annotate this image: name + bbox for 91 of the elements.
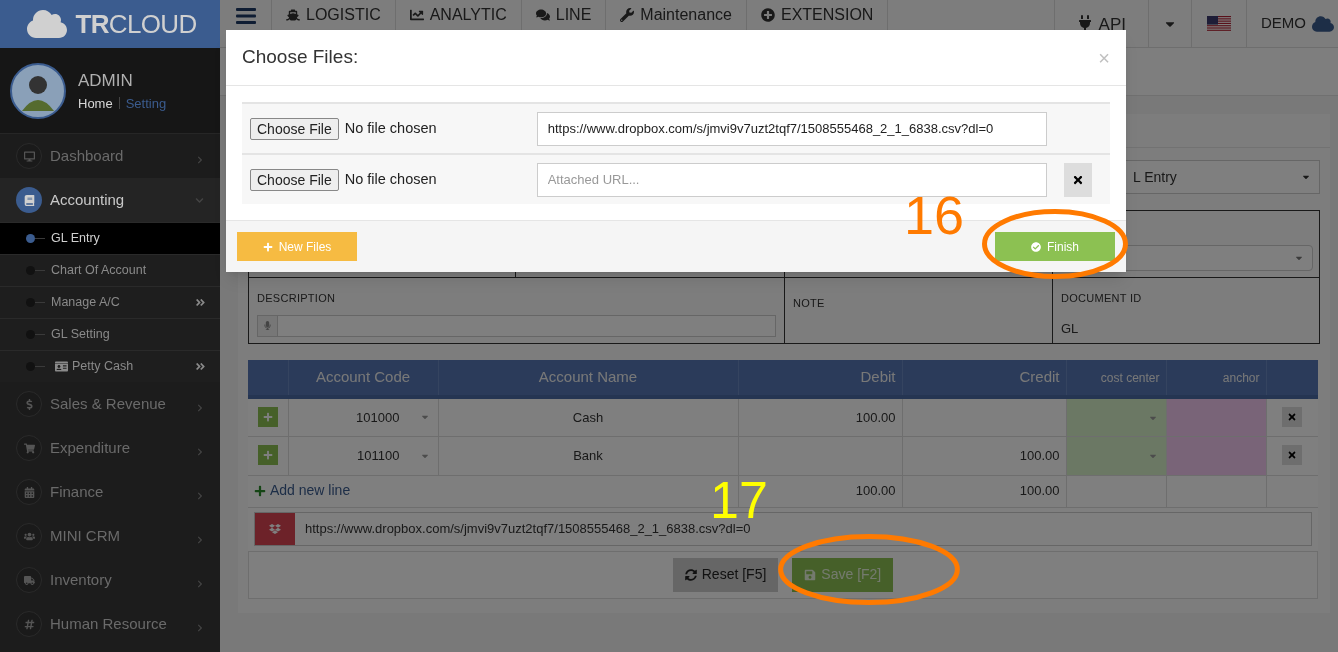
- table-cell: 100.00: [738, 397, 902, 436]
- sidebar-item[interactable]: Dashboard: [0, 134, 220, 178]
- user-link[interactable]: Setting: [125, 93, 167, 113]
- document-id: GL: [1061, 319, 1080, 338]
- truck-icon: [23, 574, 35, 586]
- save-icon: [804, 568, 817, 581]
- submenu-item[interactable]: GL Entry: [0, 222, 220, 254]
- chevron-right-icon: [196, 156, 204, 164]
- user-name: ADMIN: [78, 70, 134, 92]
- user-link[interactable]: Home: [78, 93, 113, 113]
- chevron-right-icon: [196, 580, 204, 588]
- close-icon: [1287, 412, 1298, 422]
- chevron-right-icon: [196, 536, 204, 544]
- table-cell: 100.00: [902, 436, 1066, 475]
- column-header: Account Code: [288, 360, 438, 397]
- journal-select[interactable]: L Entry: [1124, 160, 1320, 194]
- id-card-icon: [55, 360, 68, 373]
- table-cell: Cash: [438, 397, 738, 436]
- cost-center-select[interactable]: [1066, 397, 1166, 436]
- file-status: No file chosen: [344, 169, 438, 189]
- menu-icon: [235, 8, 256, 24]
- chevron-right-icon: [196, 624, 204, 632]
- cloud-icon: [1312, 14, 1334, 33]
- users-icon: [23, 530, 35, 542]
- chevron-down-icon: [195, 195, 204, 205]
- sidebar-item[interactable]: Expenditure: [0, 426, 220, 470]
- add-row-button[interactable]: [257, 445, 278, 466]
- choose-file-button[interactable]: Choose File: [250, 168, 339, 191]
- us-flag-icon: [1207, 15, 1231, 32]
- field-label: NOTE: [793, 297, 825, 309]
- table-cell: Bank: [438, 436, 738, 475]
- microphone-icon: [263, 321, 272, 330]
- column-header: cost center: [1066, 360, 1166, 397]
- field-label: DOCUMENT ID: [1061, 291, 1143, 306]
- anchor-cell[interactable]: [1166, 436, 1266, 475]
- sidebar-item[interactable]: Inventory: [0, 558, 220, 602]
- chat-icon: [535, 8, 550, 22]
- column-header: Debit: [738, 360, 902, 397]
- monitor-icon: [23, 150, 35, 162]
- remove-file-button[interactable]: [1063, 162, 1092, 197]
- add-line-link[interactable]: Add new line: [254, 480, 351, 501]
- plug-icon: [1076, 15, 1093, 31]
- account-code-select[interactable]: 101000: [288, 407, 438, 427]
- dropbox-button[interactable]: [255, 513, 295, 545]
- total-credit: 100.00: [902, 475, 1066, 507]
- plus-icon: [262, 241, 273, 252]
- account-code-select[interactable]: 101100: [288, 445, 438, 466]
- anchor-cell[interactable]: [1166, 397, 1266, 436]
- url-field[interactable]: Attached URL...: [536, 162, 1047, 197]
- attachment-url: https://www.dropbox.com/s/jmvi9v7uzt2tqf7/1508555468_2_1_6838.csv?dl=0: [304, 520, 751, 539]
- chevron-right-icon: [196, 404, 204, 412]
- refresh-icon: [684, 568, 697, 581]
- close-icon: [1287, 450, 1298, 461]
- book-icon: [23, 194, 35, 206]
- chevron-right-icon: [196, 492, 204, 500]
- logo[interactable]: TRCLOUD: [0, 0, 220, 48]
- avatar: [10, 62, 66, 119]
- logo-text: TRCLOUD: [75, 7, 197, 41]
- plus-icon: [254, 484, 266, 497]
- chevron-right-icon: [196, 448, 204, 456]
- file-status: No file chosen: [344, 118, 438, 138]
- double-chevron-icon: [195, 361, 206, 372]
- calendar-icon: [23, 486, 35, 498]
- field-label: DESCRIPTION: [257, 291, 337, 306]
- dropbox-icon: [269, 523, 281, 535]
- column-header: Account Name: [438, 360, 738, 397]
- plus-icon: [262, 450, 273, 461]
- close-icon: [1071, 173, 1084, 186]
- plus-icon: [262, 412, 273, 422]
- remove-row-button[interactable]: [1282, 445, 1303, 466]
- ship-icon: [286, 8, 300, 22]
- url-field[interactable]: https://www.dropbox.com/s/jmvi9v7uzt2tqf7/1508555468_2_1_6838.csv?dl=0: [536, 111, 1047, 146]
- dialog-title: Choose Files:: [242, 45, 359, 70]
- choose-file-button[interactable]: Choose File: [250, 117, 339, 140]
- column-header: anchor: [1166, 360, 1266, 397]
- sidebar-item[interactable]: MINI CRM: [0, 514, 220, 558]
- wrench-icon: [620, 8, 635, 22]
- column-header: Credit: [902, 360, 1066, 397]
- remove-row-button[interactable]: [1282, 407, 1303, 427]
- sidebar-item[interactable]: Accounting: [0, 178, 220, 222]
- sidebar-item[interactable]: Sales & Revenue: [0, 382, 220, 426]
- sidebar-item[interactable]: Finance: [0, 470, 220, 514]
- reset-button[interactable]: Reset [F5]: [672, 557, 779, 592]
- description-field[interactable]: [257, 314, 776, 337]
- double-chevron-icon: [195, 297, 206, 308]
- line-chart-icon: [409, 8, 424, 22]
- hashtag-icon: [23, 618, 35, 630]
- cart-icon: [23, 442, 35, 454]
- sidebar-item[interactable]: Human Resource: [0, 602, 220, 646]
- add-row-button[interactable]: [257, 407, 278, 427]
- user-menu[interactable]: DEMO: [1246, 0, 1338, 47]
